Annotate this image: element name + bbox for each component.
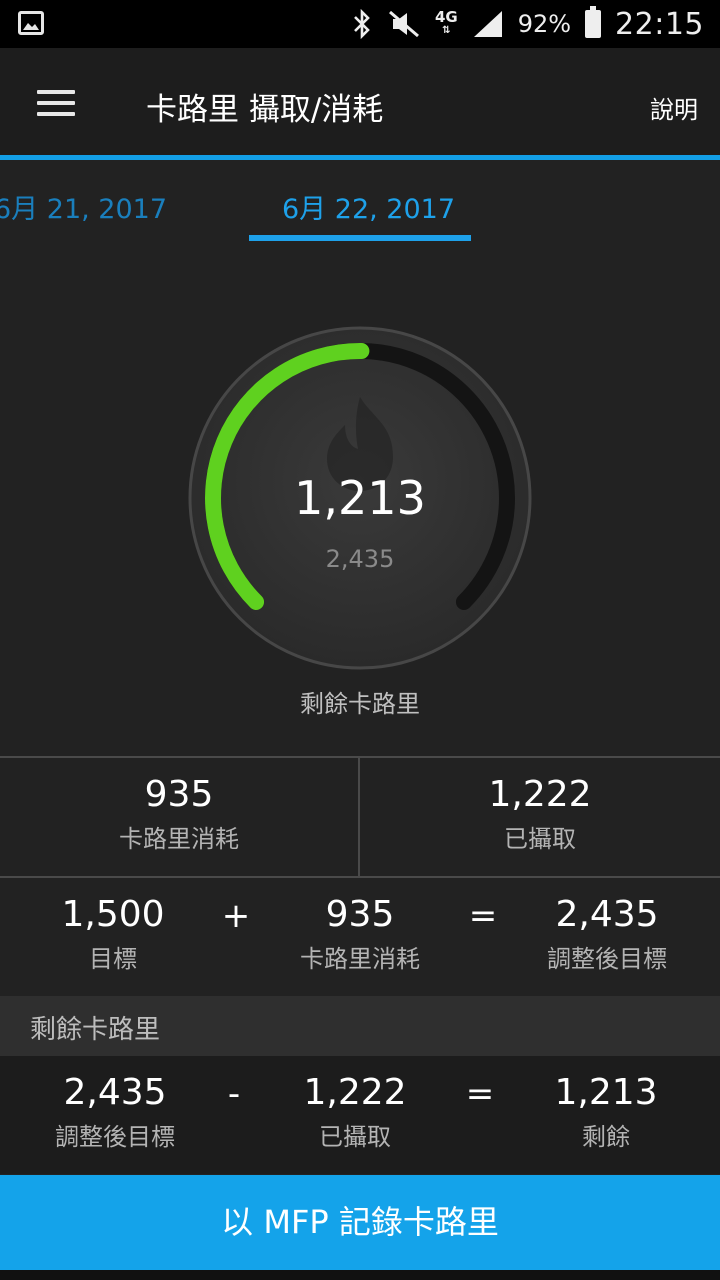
remaining-equation: 2,435 調整後目標 - 1,222 已攝取 = 1,213 剩餘 (0, 1056, 720, 1174)
remaining-value: 1,213 (554, 1072, 658, 1113)
remaining-label: 剩餘 (582, 1123, 630, 1151)
adjusted-goal-value: 2,435 (555, 894, 659, 935)
burned-label: 卡路里消耗 (119, 825, 239, 853)
tab-current-date[interactable]: 6月 22, 2017 (282, 187, 455, 226)
remaining-cell: 1,213 剩餘 (526, 1072, 686, 1152)
adjusted-goal-label: 調整後目標 (55, 1123, 175, 1151)
date-tabs: 6月 21, 2017 6月 22, 2017 (0, 165, 720, 245)
tab-previous-date[interactable]: 6月 21, 2017 (0, 187, 167, 226)
adjusted-goal-value: 2,435 (63, 1072, 167, 1113)
goal-cell: 1,500 目標 (33, 894, 193, 974)
burned-value: 935 (144, 774, 214, 815)
battery-icon (585, 6, 602, 38)
bottom-strip (0, 1270, 720, 1280)
signal-icon (473, 11, 502, 37)
goal-value: 1,500 (61, 894, 165, 935)
minus-operator: - (227, 1074, 241, 1114)
plus-operator: + (221, 896, 251, 936)
consumed-value: 1,222 (303, 1072, 407, 1113)
goal-equation: 1,500 目標 + 935 卡路里消耗 = 2,435 調整後目標 (0, 878, 720, 996)
remaining-calories: 1,213 (294, 471, 426, 525)
burned-cell: 935 卡路里消耗 (270, 894, 450, 974)
consumed-cell: 1,222 已攝取 (275, 1072, 435, 1152)
tab-indicator (249, 235, 471, 241)
goal-label: 目標 (89, 945, 137, 973)
consumed-value: 1,222 (488, 774, 592, 815)
consumed-summary: 1,222 已攝取 (360, 774, 720, 854)
clock: 22:15 (615, 6, 704, 42)
battery-percent: 92% (517, 10, 572, 38)
mute-icon (388, 10, 419, 38)
equals-operator: = (465, 1074, 495, 1114)
page-title: 卡路里 攝取/消耗 (146, 92, 384, 128)
remaining-label: 剩餘卡路里 (300, 690, 420, 718)
burned-summary: 935 卡路里消耗 (0, 774, 358, 854)
adjusted-goal-label: 調整後目標 (547, 945, 667, 973)
section-title: 剩餘卡路里 (30, 1015, 161, 1045)
log-calories-button[interactable]: 以 MFP 記錄卡路里 (0, 1175, 720, 1270)
burned-label: 卡路里消耗 (300, 945, 420, 973)
menu-icon[interactable] (37, 90, 75, 116)
app-bar: 卡路里 攝取/消耗 說明 (0, 48, 720, 160)
remaining-section-header: 剩餘卡路里 (0, 996, 720, 1056)
bluetooth-icon (354, 9, 370, 39)
burned-value: 935 (325, 894, 395, 935)
status-bar: 4G ⇅ 92% 22:15 (0, 0, 720, 48)
calorie-goal: 2,435 (325, 545, 395, 573)
equals-operator: = (468, 896, 498, 936)
summary-panel: 935 卡路里消耗 1,222 已攝取 (0, 756, 720, 878)
adjusted-goal-cell: 2,435 調整後目標 (35, 1072, 195, 1152)
gallery-icon (18, 11, 44, 35)
consumed-label: 已攝取 (504, 825, 576, 853)
network-indicator: 4G ⇅ (434, 8, 458, 37)
help-button[interactable]: 說明 (650, 90, 698, 125)
consumed-label: 已攝取 (319, 1123, 391, 1151)
calorie-gauge: 1,213 2,435 (187, 325, 533, 671)
adjusted-goal-cell: 2,435 調整後目標 (527, 894, 687, 974)
